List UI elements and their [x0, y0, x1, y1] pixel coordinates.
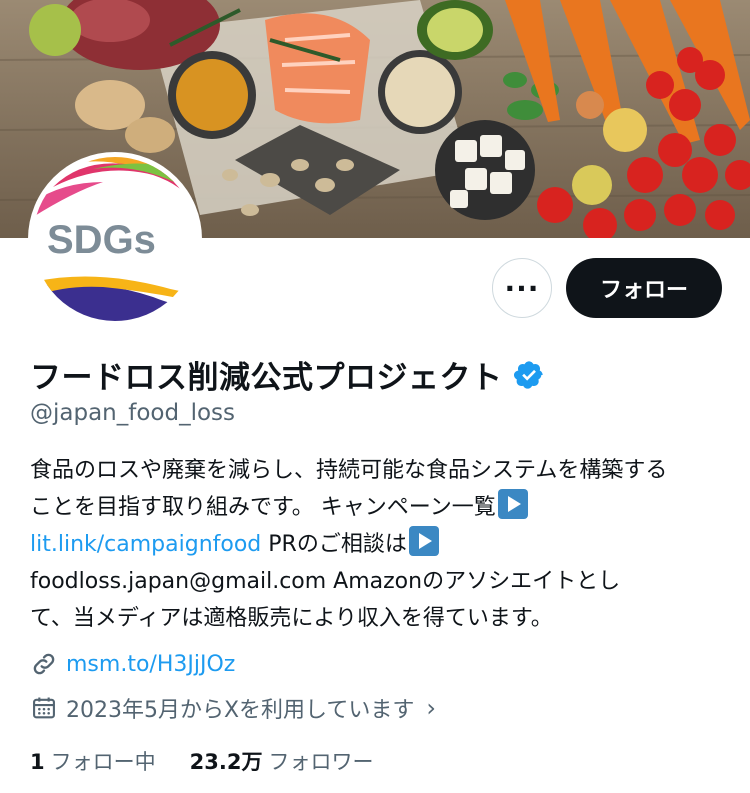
- more-options-button[interactable]: ···: [492, 258, 552, 318]
- website-link[interactable]: msm.to/H3JjJOz: [66, 652, 235, 677]
- bio-line-4: foodloss.japan@gmail.com Amazonのアソシエイトとし: [30, 569, 621, 594]
- follow-button[interactable]: フォロー: [566, 258, 722, 318]
- display-name-row: フードロス削減公式プロジェクト: [30, 352, 545, 397]
- user-handle: @japan_food_loss: [30, 400, 236, 426]
- following-label: フォロー中: [50, 750, 156, 774]
- campaign-link[interactable]: lit.link/campaignfood: [30, 532, 261, 557]
- verified-badge-icon[interactable]: [513, 359, 545, 391]
- play-button-icon: [408, 526, 439, 556]
- play-button-icon: [497, 489, 528, 519]
- more-options-label: ···: [504, 271, 540, 305]
- bio-line-1: 食品のロスや廃棄を減らし、持続可能な食品システムを構築する: [30, 458, 668, 483]
- website-row: msm.to/H3JjJOz: [30, 650, 235, 678]
- joined-row[interactable]: 2023年5月からXを利用しています ›: [30, 692, 436, 724]
- display-name: フードロス削減公式プロジェクト: [30, 360, 503, 396]
- follow-button-label: フォロー: [599, 278, 688, 303]
- following-count: 1: [30, 750, 45, 774]
- profile-avatar[interactable]: SDGs: [28, 152, 202, 326]
- avatar-logo: SDGs: [33, 157, 197, 321]
- followers-stat[interactable]: 23.2万 フォロワー: [190, 746, 374, 776]
- bio-line-3-text: PRのご相談は: [261, 532, 407, 557]
- following-stat[interactable]: 1 フォロー中: [30, 746, 156, 776]
- calendar-icon: [33, 697, 55, 719]
- bio-line-3: lit.link/campaignfood PRのご相談は: [30, 526, 730, 563]
- followers-label: フォロワー: [268, 750, 374, 774]
- followers-count: 23.2万: [189, 750, 263, 774]
- chevron-right-icon: ›: [426, 694, 437, 722]
- follow-stats: 1 フォロー中 23.2万 フォロワー: [30, 746, 373, 776]
- profile-bio: 食品のロスや廃棄を減らし、持続可能な食品システムを構築する ことを目指す取り組み…: [30, 452, 730, 637]
- bio-line-2-text: ことを目指す取り組みです。 キャンペーン一覧: [30, 495, 496, 520]
- joined-date: 2023年5月からXを利用しています: [66, 698, 415, 723]
- bio-line-2: ことを目指す取り組みです。 キャンペーン一覧: [30, 489, 730, 526]
- svg-text:SDGs: SDGs: [47, 218, 156, 262]
- bio-line-5: て、当メディアは適格販売により収入を得ています。: [30, 606, 553, 631]
- link-icon: [33, 653, 55, 675]
